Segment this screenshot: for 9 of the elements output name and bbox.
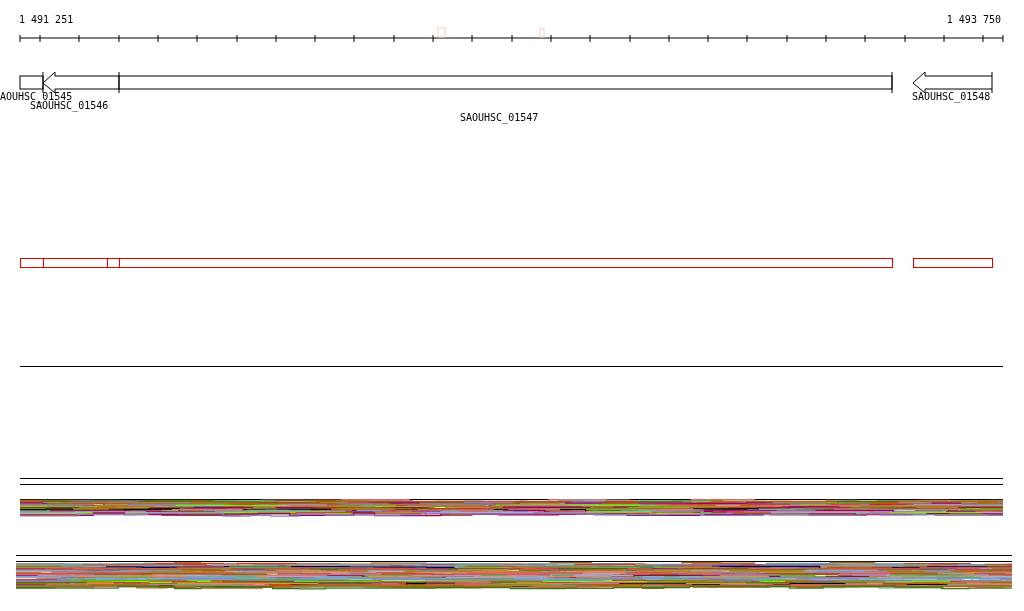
- gene-label: SAOUHSC_01546: [30, 100, 109, 111]
- ruler-end-label: 1 493 750: [946, 14, 1001, 25]
- gene-box: [19, 71, 44, 94]
- marker-icon: [539, 28, 545, 38]
- gene-label: SAOUHSC_01547: [460, 112, 539, 123]
- gene-label: AOUHSC_01545: [0, 91, 73, 102]
- gene-label: SAOUHSC_01548: [912, 91, 991, 102]
- marker-icon: [437, 27, 446, 38]
- ruler-start-label: 1 491 251: [19, 14, 74, 25]
